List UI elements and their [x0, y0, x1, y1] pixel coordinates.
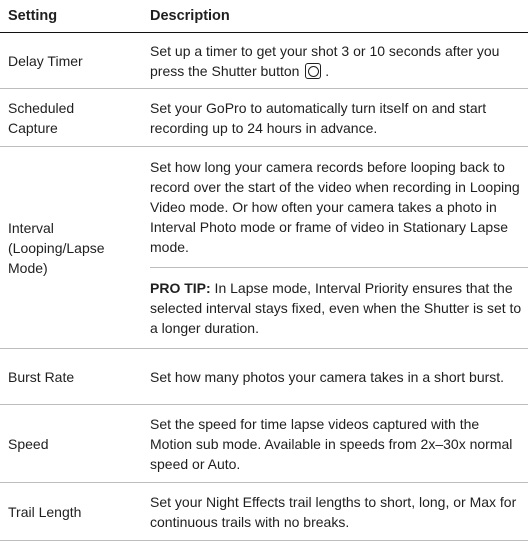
setting-description: Set the speed for time lapse videos capt…	[150, 415, 513, 472]
pro-tip: PRO TIP: In Lapse mode, Interval Priorit…	[150, 267, 528, 348]
header-setting: Setting	[8, 8, 58, 24]
table-row: Burst Rate Set how many photos your came…	[0, 349, 528, 405]
shutter-button-icon	[305, 62, 322, 79]
table-row: Interval (Looping/Lapse Mode) Set how lo…	[0, 147, 528, 349]
pro-tip-label: PRO TIP:	[150, 280, 211, 296]
table-row: Trail Length Set your Night Effects trai…	[0, 483, 528, 541]
table-row: Delay Timer Set up a timer to get your s…	[0, 33, 528, 89]
setting-description: Set up a timer to get your shot 3 or 10 …	[150, 42, 500, 79]
setting-description: Set your GoPro to automatically turn its…	[150, 99, 487, 136]
table-row: Speed Set the speed for time lapse video…	[0, 405, 528, 483]
setting-name: Trail Length	[8, 503, 82, 520]
setting-description: Set how long your camera records before …	[130, 147, 528, 348]
setting-name: Interval (Looping/Lapse Mode)	[8, 219, 105, 276]
setting-description: Set how many photos your camera takes in…	[150, 368, 505, 385]
table-header: Setting Description	[0, 0, 528, 33]
setting-name: Speed	[8, 435, 49, 452]
table-row: Scheduled Capture Set your GoPro to auto…	[0, 89, 528, 147]
description-main: Set how long your camera records before …	[150, 159, 520, 255]
setting-name: Scheduled Capture	[8, 99, 75, 136]
settings-table: Setting Description Delay Timer Set up a…	[0, 0, 528, 541]
setting-name: Delay Timer	[8, 52, 83, 69]
header-description: Description	[150, 8, 230, 24]
setting-description: Set your Night Effects trail lengths to …	[150, 493, 517, 530]
setting-name: Burst Rate	[8, 368, 75, 385]
